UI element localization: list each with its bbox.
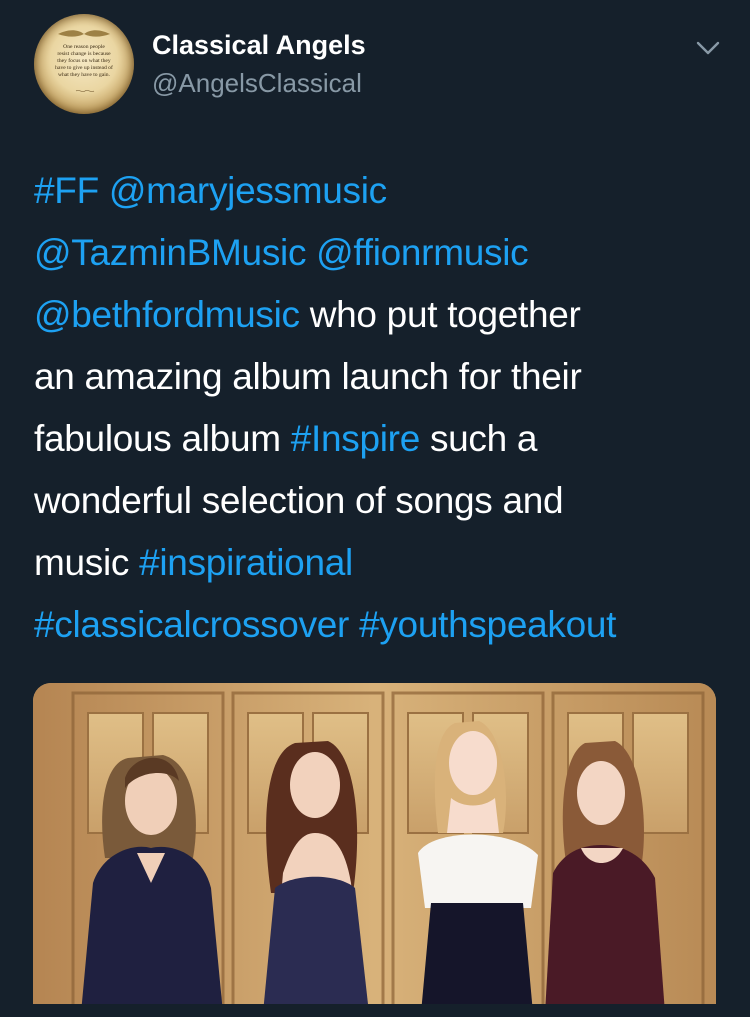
tweet-text: #FF @maryjessmusic @TazminBMusic @ffionrm… bbox=[34, 160, 724, 656]
chevron-down-icon[interactable] bbox=[695, 38, 721, 58]
tweet-text-segment bbox=[99, 170, 109, 211]
photo-four-women bbox=[33, 683, 716, 1013]
tweet-text-line: @TazminBMusic @ffionrmusic bbox=[34, 222, 724, 284]
tweet-text-segment: music bbox=[34, 542, 140, 583]
author-handle[interactable]: @AngelsClassical bbox=[152, 68, 362, 99]
author-avatar[interactable]: One reason people resist change is becau… bbox=[34, 14, 134, 114]
tweet-text-segment: an amazing album launch for their bbox=[34, 356, 582, 397]
tweet-text-segment bbox=[349, 604, 359, 645]
avatar-quote-line: what they have to gain. bbox=[57, 72, 111, 78]
tweet-text-line: wonderful selection of songs and bbox=[34, 470, 724, 532]
tweet-text-segment: such a bbox=[419, 418, 538, 459]
mention-link[interactable]: @TazminBMusic bbox=[34, 232, 306, 273]
mention-link[interactable]: @maryjessmusic bbox=[109, 170, 387, 211]
author-display-name[interactable]: Classical Angels bbox=[152, 30, 366, 61]
avatar-quote-line: resist change is because bbox=[57, 51, 111, 57]
avatar-quote-line: One reason people bbox=[63, 44, 105, 50]
tweet-text-line: #FF @maryjessmusic bbox=[34, 160, 724, 222]
tweet-text-line: @bethfordmusic who put together bbox=[34, 284, 724, 346]
hashtag-link[interactable]: #youthspeakout bbox=[359, 604, 616, 645]
tweet-text-segment: wonderful selection of songs and bbox=[34, 480, 564, 521]
mention-link[interactable]: @ffionrmusic bbox=[316, 232, 528, 273]
tweet-text-line: music #inspirational bbox=[34, 532, 724, 594]
avatar-quote-line: have to give up instead of bbox=[55, 65, 113, 71]
tweet-text-line: #classicalcrossover #youthspeakout bbox=[34, 594, 724, 656]
hashtag-link[interactable]: #classicalcrossover bbox=[34, 604, 349, 645]
mention-link[interactable]: @bethfordmusic bbox=[34, 294, 300, 335]
avatar-quote: One reason people resist change is becau… bbox=[48, 44, 120, 79]
tweet-text-segment: who put together bbox=[299, 294, 581, 335]
tweet-text-segment bbox=[306, 232, 316, 273]
tweet-text-segment: fabulous album bbox=[34, 418, 291, 459]
bottom-divider bbox=[0, 1004, 750, 1017]
hashtag-link[interactable]: #FF bbox=[34, 170, 99, 211]
hashtag-link[interactable]: #Inspire bbox=[291, 418, 421, 459]
signature-scribble-icon bbox=[75, 90, 95, 92]
leaf-ornament-icon bbox=[58, 30, 110, 37]
avatar-quote-line: they focus on what they bbox=[57, 58, 111, 64]
tweet-text-line: fabulous album #Inspire such a bbox=[34, 408, 724, 470]
tweet-text-line: an amazing album launch for their bbox=[34, 346, 724, 408]
tweet-header: One reason people resist change is becau… bbox=[0, 0, 750, 140]
hashtag-link[interactable]: #inspirational bbox=[139, 542, 353, 583]
tweet-media-photo[interactable] bbox=[33, 683, 716, 1013]
